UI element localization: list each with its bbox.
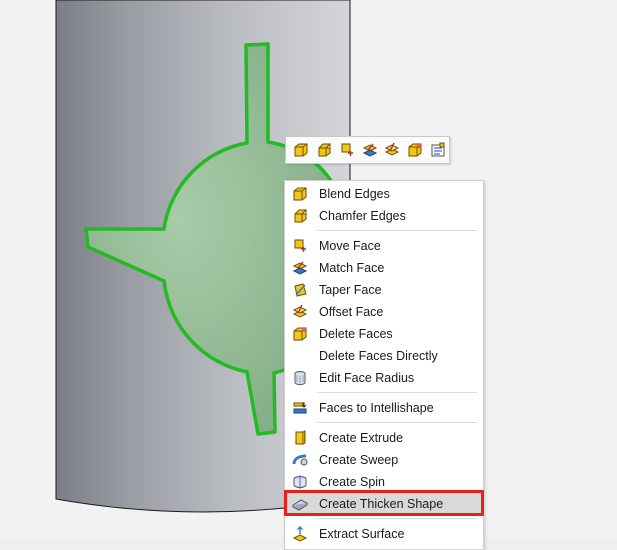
menu-separator xyxy=(317,392,477,393)
menu-item-label: Taper Face xyxy=(319,283,382,297)
delete-faces-icon xyxy=(408,143,422,157)
menu-separator xyxy=(317,422,477,423)
properties-icon xyxy=(431,142,445,157)
menu-separator xyxy=(317,230,477,231)
toolbar-chamfer-edges-button[interactable] xyxy=(313,139,336,161)
create-spin-icon xyxy=(292,474,308,490)
toolbar-move-face-button[interactable] xyxy=(335,139,358,161)
delete-faces-icon xyxy=(292,326,308,342)
menu-item-label: Create Thicken Shape xyxy=(319,497,444,511)
blend-edges-icon xyxy=(294,143,308,157)
menu-item-label: Chamfer Edges xyxy=(319,209,406,223)
menu-item-create-thicken-shape[interactable]: Create Thicken Shape xyxy=(285,493,483,515)
menu-item-match-face[interactable]: Match Face xyxy=(285,257,483,279)
mini-toolbar xyxy=(285,136,450,164)
menu-item-label: Blend Edges xyxy=(319,187,390,201)
menu-item-label: Create Extrude xyxy=(319,431,404,445)
menu-item-create-sweep[interactable]: Create Sweep xyxy=(285,449,483,471)
menu-item-move-face[interactable]: Move Face xyxy=(285,235,483,257)
blend-edges-icon xyxy=(292,186,308,202)
menu-item-label: Create Spin xyxy=(319,475,386,489)
create-sweep-icon xyxy=(292,452,308,468)
menu-item-delete-faces[interactable]: Delete Faces xyxy=(285,323,483,345)
toolbar-match-face-button[interactable] xyxy=(358,139,381,161)
menu-separator xyxy=(317,518,477,519)
menu-item-create-spin[interactable]: Create Spin xyxy=(285,471,483,493)
match-face-icon xyxy=(362,143,377,157)
create-extrude-icon xyxy=(292,430,308,446)
menu-item-create-extrude[interactable]: Create Extrude xyxy=(285,427,483,449)
menu-item-label: Delete Faces xyxy=(319,327,393,341)
context-menu: Blend Edges Chamfer Edges Move Face Matc… xyxy=(284,180,484,550)
menu-item-label: Create Sweep xyxy=(319,453,399,467)
toolbar-properties-button[interactable] xyxy=(426,139,449,161)
menu-item-offset-face[interactable]: Offset Face xyxy=(285,301,483,323)
match-face-icon xyxy=(292,260,308,276)
edit-face-radius-icon xyxy=(292,370,308,386)
menu-item-chamfer-edges[interactable]: Chamfer Edges xyxy=(285,205,483,227)
extract-surface-icon xyxy=(292,526,308,542)
offset-face-icon xyxy=(385,142,400,156)
chamfer-edges-icon xyxy=(292,208,308,224)
toolbar-offset-face-button[interactable] xyxy=(381,139,404,161)
move-face-icon xyxy=(341,143,353,156)
taper-face-icon xyxy=(292,282,308,298)
toolbar-blend-edges-button[interactable] xyxy=(290,139,313,161)
menu-item-label: Move Face xyxy=(319,239,381,253)
faces-to-intellishape-icon xyxy=(292,400,308,416)
menu-item-label: Delete Faces Directly xyxy=(319,349,438,363)
menu-item-taper-face[interactable]: Taper Face xyxy=(285,279,483,301)
offset-face-icon xyxy=(292,304,308,320)
menu-item-label: Edit Face Radius xyxy=(319,371,415,385)
toolbar-delete-faces-button[interactable] xyxy=(404,139,427,161)
menu-item-edit-face-radius[interactable]: Edit Face Radius xyxy=(285,367,483,389)
create-thicken-shape-icon xyxy=(292,496,308,512)
menu-item-label: Offset Face xyxy=(319,305,384,319)
menu-item-label: Faces to Intellishape xyxy=(319,401,434,415)
menu-item-blend-edges[interactable]: Blend Edges xyxy=(285,183,483,205)
chamfer-edges-icon xyxy=(318,142,331,157)
menu-item-extract-surface[interactable]: Extract Surface xyxy=(285,523,483,545)
menu-item-label: Match Face xyxy=(319,261,385,275)
move-face-icon xyxy=(292,238,308,254)
menu-item-faces-to-intellishape[interactable]: Faces to Intellishape xyxy=(285,397,483,419)
menu-item-delete-faces-directly[interactable]: Delete Faces Directly xyxy=(285,345,483,367)
